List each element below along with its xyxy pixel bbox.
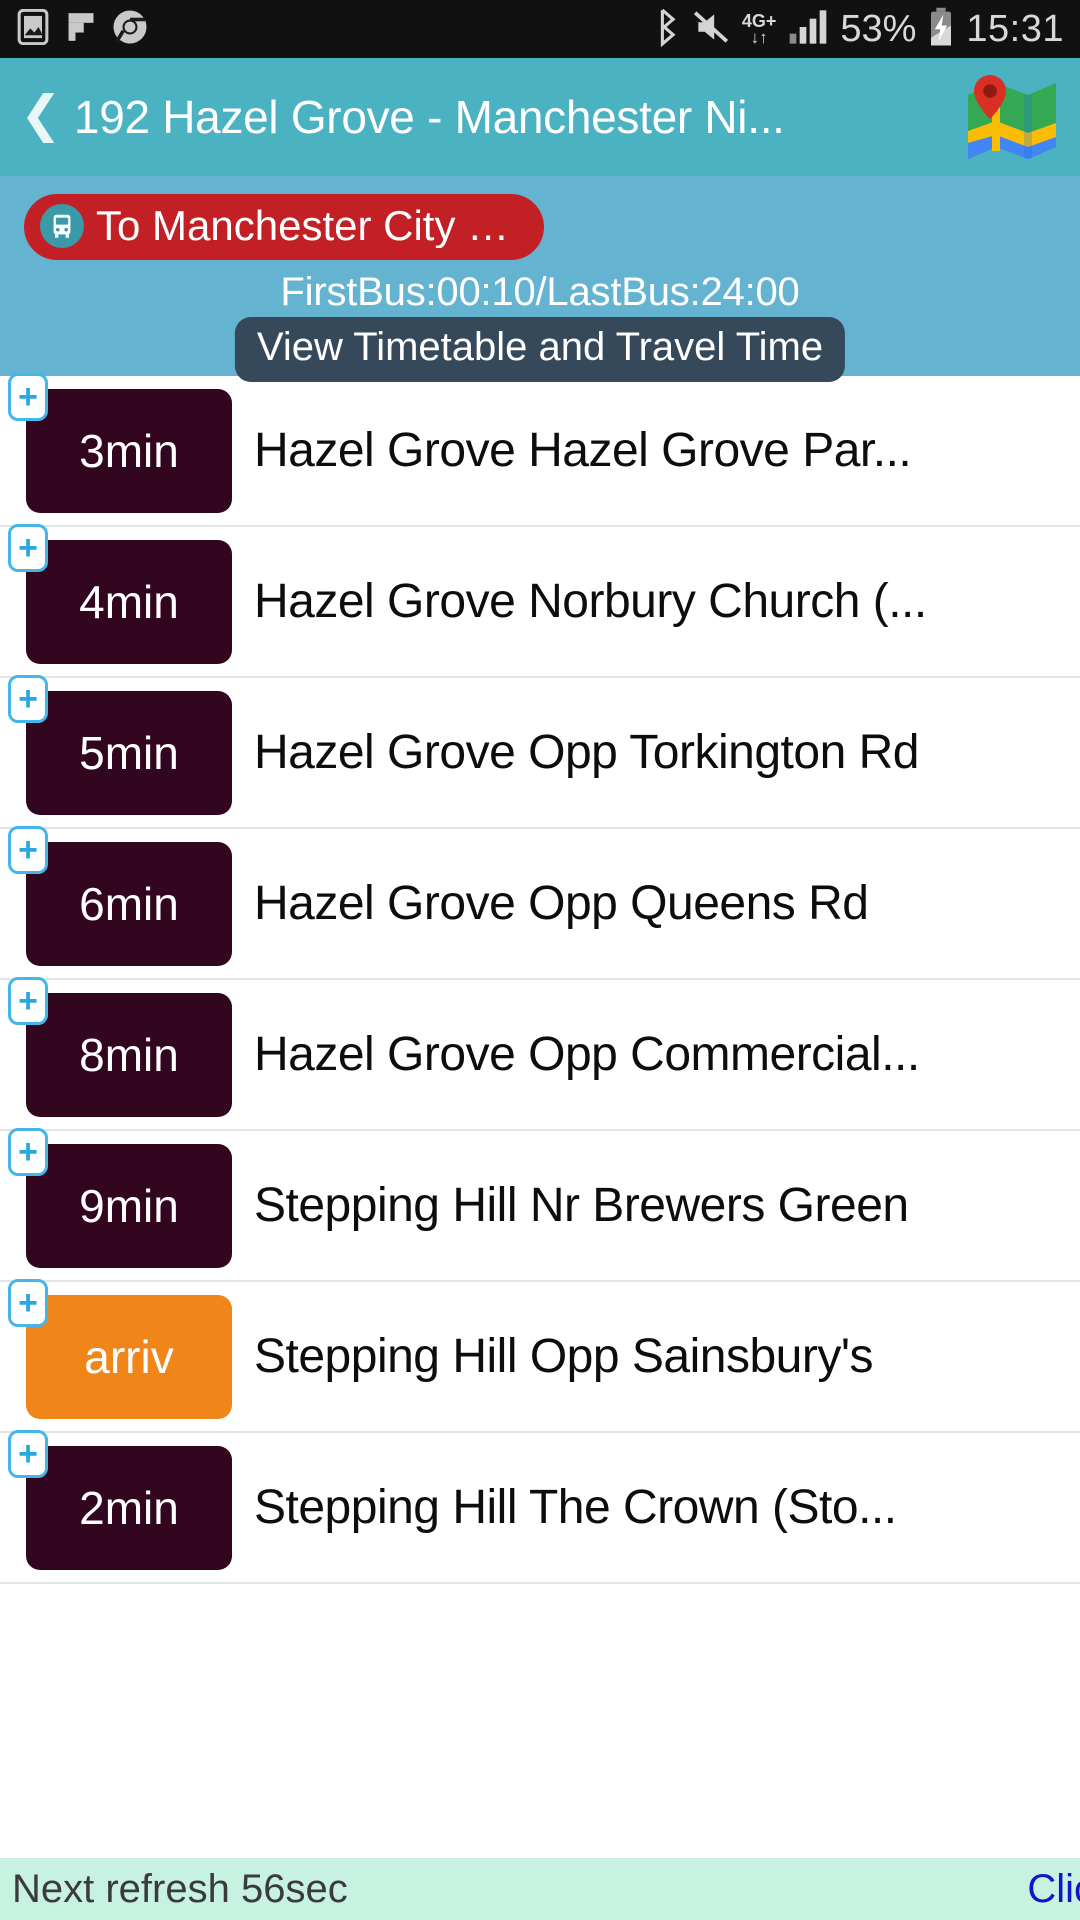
status-bar-right-icons: 4G+ ↓↑ 53% 15:31 xyxy=(654,7,1064,52)
time-badge: arriv xyxy=(26,1294,232,1419)
stop-name: Stepping Hill Opp Sainsbury's xyxy=(254,1330,874,1383)
destination-label: To Manchester City C... xyxy=(96,204,518,249)
add-icon[interactable]: + xyxy=(8,372,48,421)
bus-icon xyxy=(40,204,84,249)
status-bar: 4G+ ↓↑ 53% 15:31 xyxy=(0,0,1080,58)
time-badge: 6min xyxy=(26,841,232,966)
list-item[interactable]: 4min + Hazel Grove Norbury Church (... xyxy=(0,523,1080,678)
view-timetable-button[interactable]: View Timetable and Travel Time xyxy=(234,317,846,382)
list-item[interactable]: 8min + Hazel Grove Opp Commercial... xyxy=(0,976,1080,1131)
map-icon[interactable] xyxy=(964,71,1060,163)
click-link[interactable]: Click xyxy=(1027,1867,1080,1912)
battery-charging-icon xyxy=(928,7,954,52)
time-badge-wrap: 4min + xyxy=(8,523,232,664)
time-badge-wrap: 8min + xyxy=(8,976,232,1117)
time-badge-wrap: 9min + xyxy=(8,1127,232,1268)
data-arrows: ↓↑ xyxy=(750,28,768,47)
time-badge: 2min xyxy=(26,1445,232,1570)
stop-name: Stepping Hill Nr Brewers Green xyxy=(254,1179,909,1232)
add-icon[interactable]: + xyxy=(8,1127,48,1176)
list-item[interactable]: 3min + Hazel Grove Hazel Grove Par... xyxy=(0,372,1080,527)
time-badge: 3min xyxy=(26,388,232,513)
clock: 15:31 xyxy=(966,7,1064,50)
bluetooth-icon xyxy=(654,7,680,52)
app-bar: ❮ 192 Hazel Grove - Manchester Ni... xyxy=(0,58,1080,176)
time-badge-wrap: 5min + xyxy=(8,674,232,815)
stop-name: Hazel Grove Hazel Grove Par... xyxy=(254,424,912,477)
stop-name: Stepping Hill The Crown (Sto... xyxy=(254,1481,897,1534)
time-badge-wrap: 3min + xyxy=(8,372,232,513)
list-item[interactable]: 2min + Stepping Hill The Crown (Sto... xyxy=(0,1429,1080,1584)
stop-list[interactable]: 3min + Hazel Grove Hazel Grove Par... 4m… xyxy=(0,372,1080,1584)
refresh-status: Next refresh 56sec xyxy=(12,1866,348,1911)
flipboard-icon xyxy=(64,9,98,50)
list-item[interactable]: 9min + Stepping Hill Nr Brewers Green xyxy=(0,1127,1080,1282)
add-icon[interactable]: + xyxy=(8,523,48,572)
add-icon[interactable]: + xyxy=(8,825,48,874)
time-badge: 8min xyxy=(26,992,232,1117)
mute-icon xyxy=(692,8,730,51)
destination-button[interactable]: To Manchester City C... xyxy=(24,194,544,261)
page-title: 192 Hazel Grove - Manchester Ni... xyxy=(73,91,785,143)
back-button[interactable]: ❮ xyxy=(16,89,74,145)
add-icon[interactable]: + xyxy=(8,976,48,1025)
time-badge: 5min xyxy=(26,690,232,815)
time-badge: 4min xyxy=(26,539,232,664)
add-icon[interactable]: + xyxy=(8,1429,48,1478)
signal-bars-icon xyxy=(788,8,828,51)
stop-name: Hazel Grove Opp Queens Rd xyxy=(254,877,869,930)
chrome-icon xyxy=(112,9,148,50)
phone-screen: 4G+ ↓↑ 53% 15:31 ❮ 192 Hazel Grove - Man… xyxy=(0,0,1080,1920)
list-item[interactable]: arriv + Stepping Hill Opp Sainsbury's xyxy=(0,1278,1080,1433)
stop-name: Hazel Grove Norbury Church (... xyxy=(254,575,927,628)
time-badge-wrap: 6min + xyxy=(8,825,232,966)
time-badge: 9min xyxy=(26,1143,232,1268)
stop-name: Hazel Grove Opp Torkington Rd xyxy=(254,726,919,779)
list-item[interactable]: 5min + Hazel Grove Opp Torkington Rd xyxy=(0,674,1080,829)
time-badge-wrap: arriv + xyxy=(8,1278,232,1419)
bus-hours-text: FirstBus:00:10/LastBus:24:00 xyxy=(280,270,800,315)
gallery-icon xyxy=(16,8,50,50)
add-icon[interactable]: + xyxy=(8,1278,48,1327)
route-info-panel: To Manchester City C... FirstBus:00:10/L… xyxy=(0,176,1080,382)
add-icon[interactable]: + xyxy=(8,674,48,723)
time-badge-wrap: 2min + xyxy=(8,1429,232,1570)
status-bar-left-icons xyxy=(16,8,148,50)
stop-name: Hazel Grove Opp Commercial... xyxy=(254,1028,920,1081)
bottom-bar: Next refresh 56sec Click xyxy=(0,1858,1080,1920)
list-item[interactable]: 6min + Hazel Grove Opp Queens Rd xyxy=(0,825,1080,980)
network-type-icon: 4G+ ↓↑ xyxy=(742,12,777,46)
battery-percent: 53% xyxy=(840,7,917,50)
